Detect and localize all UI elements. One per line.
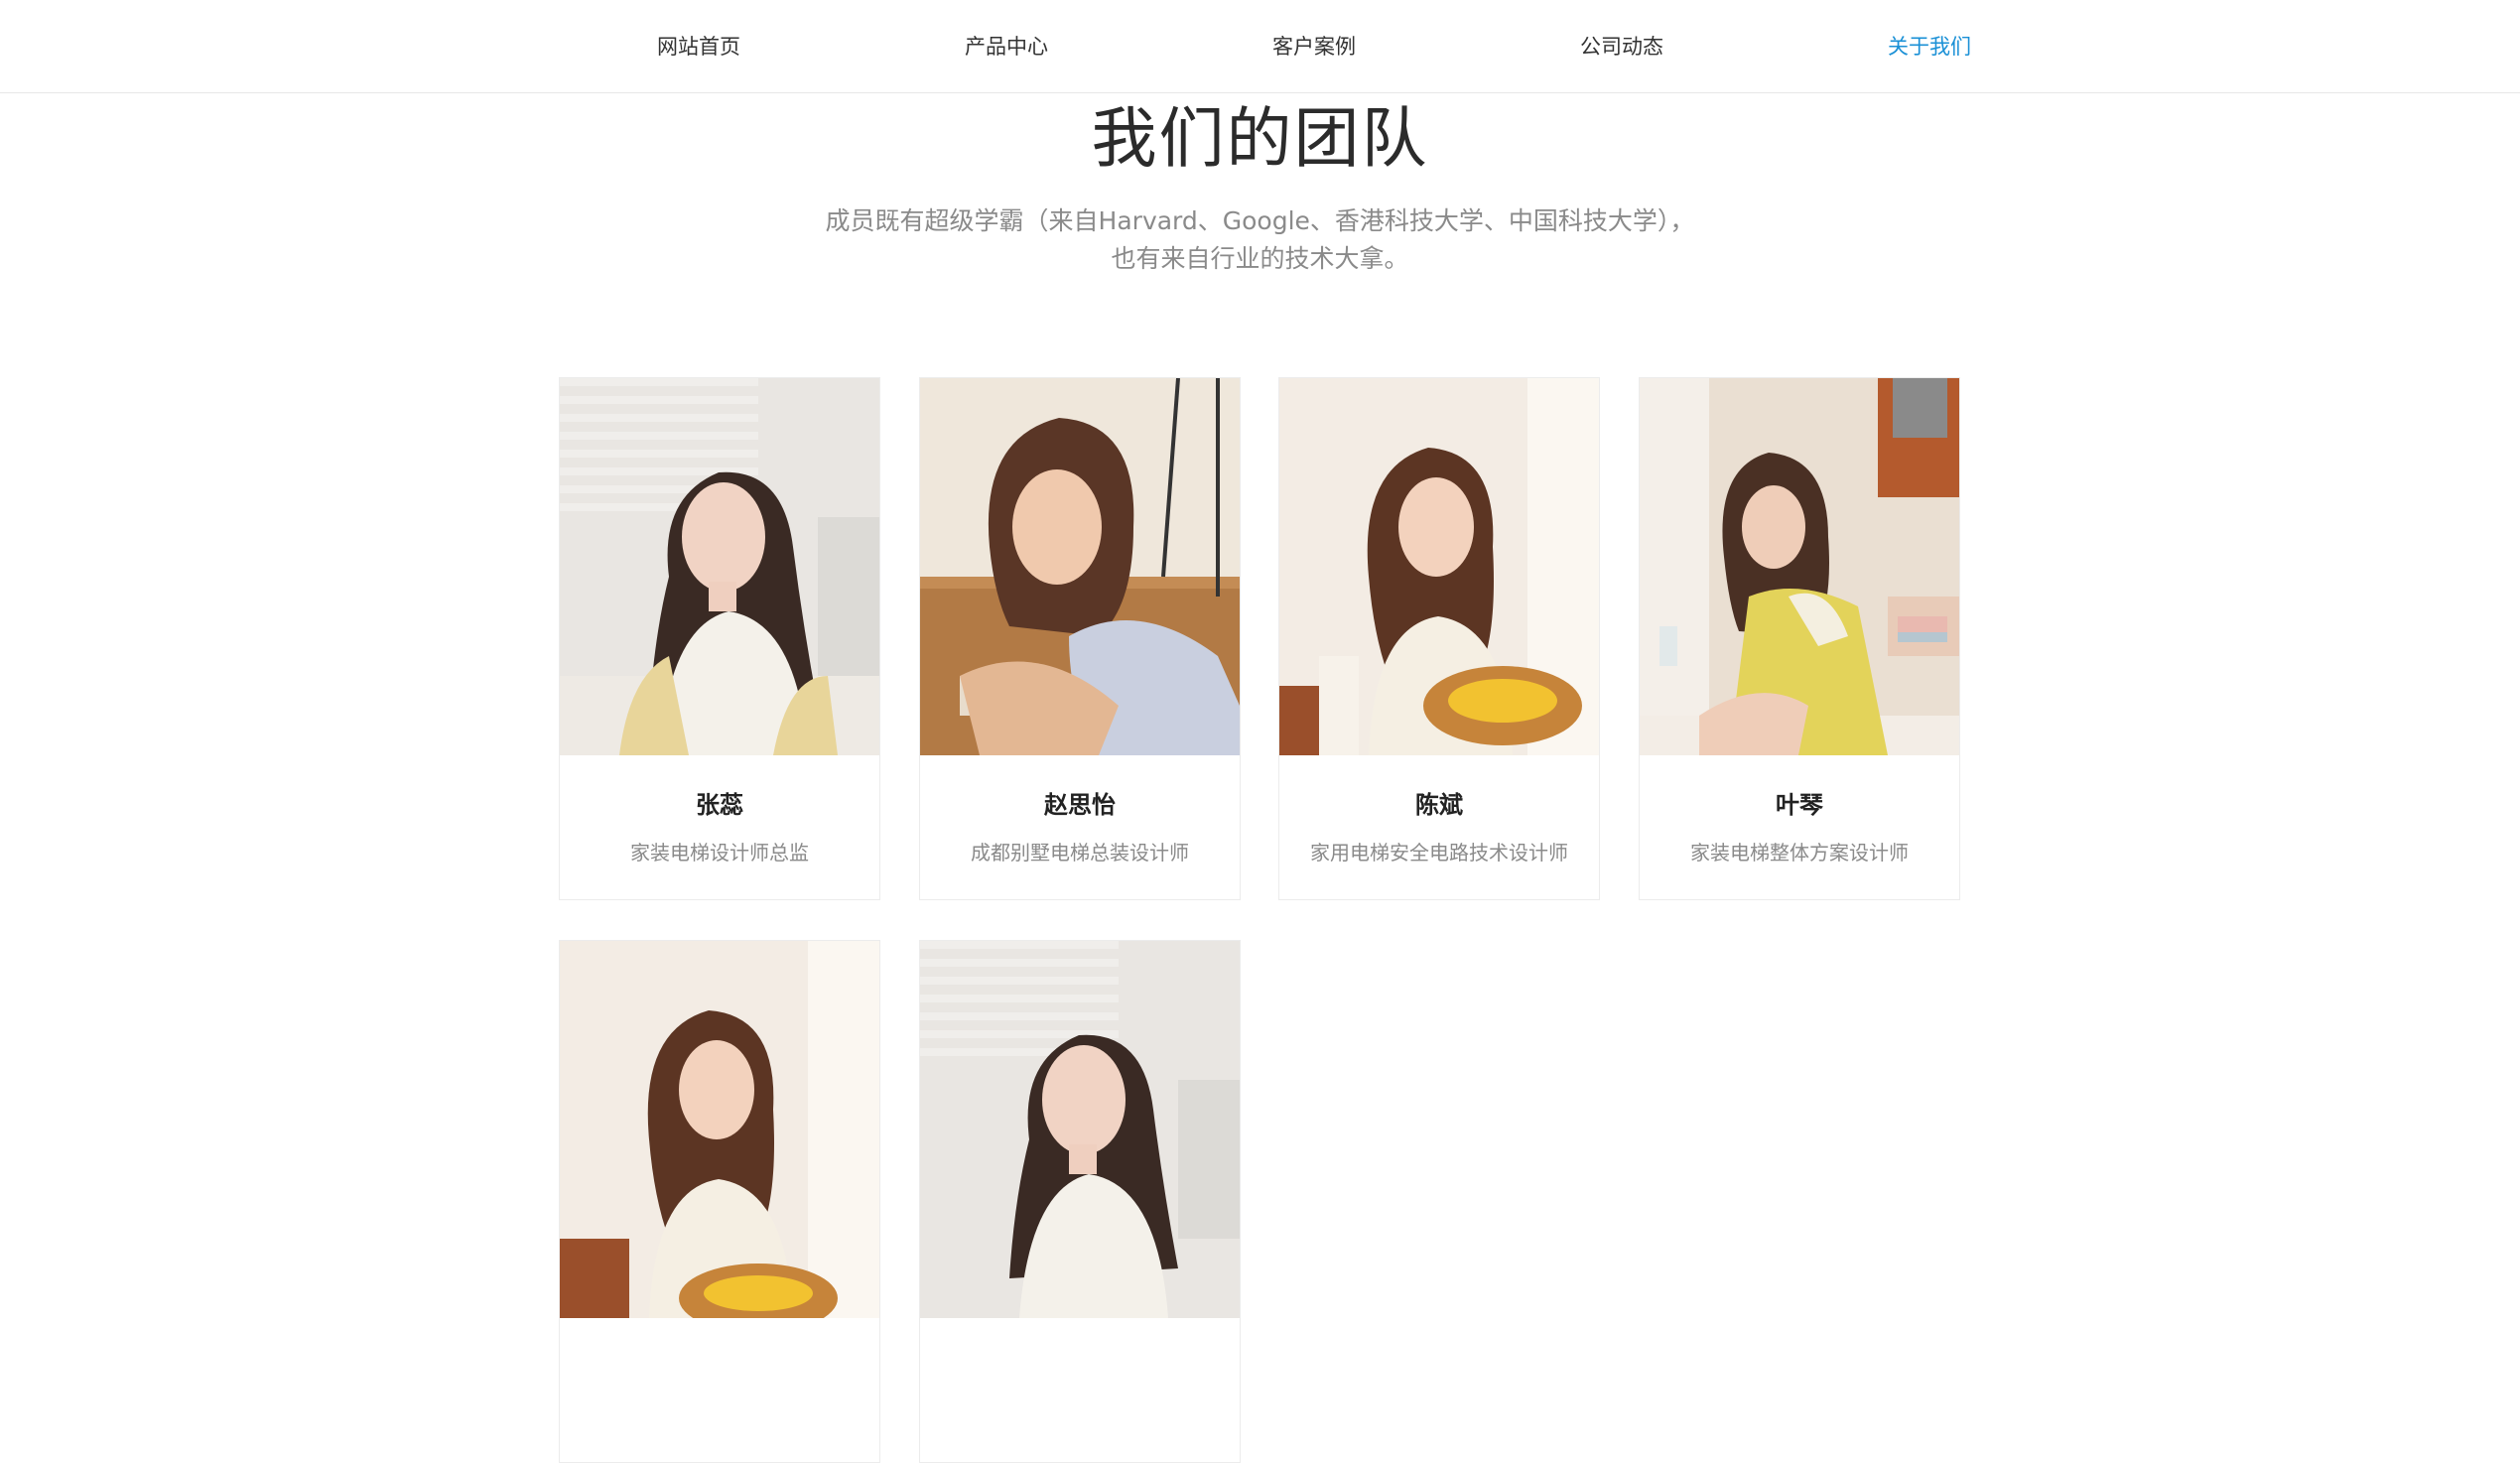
description-line-2: 也有来自行业的技术大拿。 [1111,244,1409,273]
team-member-card[interactable]: 叶琴 家装电梯整体方案设计师 [1639,377,1960,900]
member-photo-image [920,378,1240,755]
member-photo [920,378,1240,755]
team-section-description: 成员既有超级学霸（来自Harvard、Google、香港科技大学、中国科技大学）… [0,202,2520,278]
member-photo [560,378,879,755]
member-name: 张蕊 [696,791,743,819]
member-photo-image [560,378,879,755]
team-member-card[interactable] [559,940,880,1463]
member-name: 叶琴 [1776,791,1823,819]
member-photo [1279,378,1599,755]
member-photo-image [920,941,1240,1318]
team-member-card[interactable]: 赵思怡 成都别墅电梯总装设计师 [919,377,1241,900]
team-section-title: 我们的团队 [1091,100,1429,177]
member-role: 家用电梯安全电路技术设计师 [1310,841,1568,864]
team-member-card[interactable]: 张蕊 家装电梯设计师总监 [559,377,880,900]
nav-item-news[interactable]: 公司动态 [1468,0,1776,93]
member-photo [1640,378,1959,755]
member-role: 家装电梯整体方案设计师 [1690,841,1909,864]
member-photo [560,941,879,1318]
nav-menu: 网站首页 产品中心 客户案例 公司动态 关于我们 [545,0,2083,93]
member-name: 陈斌 [1415,791,1463,819]
description-line-1: 成员既有超级学霸（来自Harvard、Google、香港科技大学、中国科技大学）… [825,206,1695,235]
member-photo-image [1640,378,1959,755]
nav-item-cases[interactable]: 客户案例 [1160,0,1468,93]
nav-item-products[interactable]: 产品中心 [853,0,1160,93]
team-member-card[interactable] [919,940,1241,1463]
member-photo-image [560,941,879,1318]
nav-item-about[interactable]: 关于我们 [1776,0,2083,93]
team-member-card[interactable]: 陈斌 家用电梯安全电路技术设计师 [1278,377,1600,900]
member-role: 成都别墅电梯总装设计师 [971,841,1189,864]
member-photo-image [1279,378,1599,755]
top-navigation: 网站首页 产品中心 客户案例 公司动态 关于我们 [0,0,2520,93]
nav-item-home[interactable]: 网站首页 [545,0,853,93]
member-name: 赵思怡 [1044,791,1116,819]
member-role: 家装电梯设计师总监 [630,841,809,864]
member-photo [920,941,1240,1318]
